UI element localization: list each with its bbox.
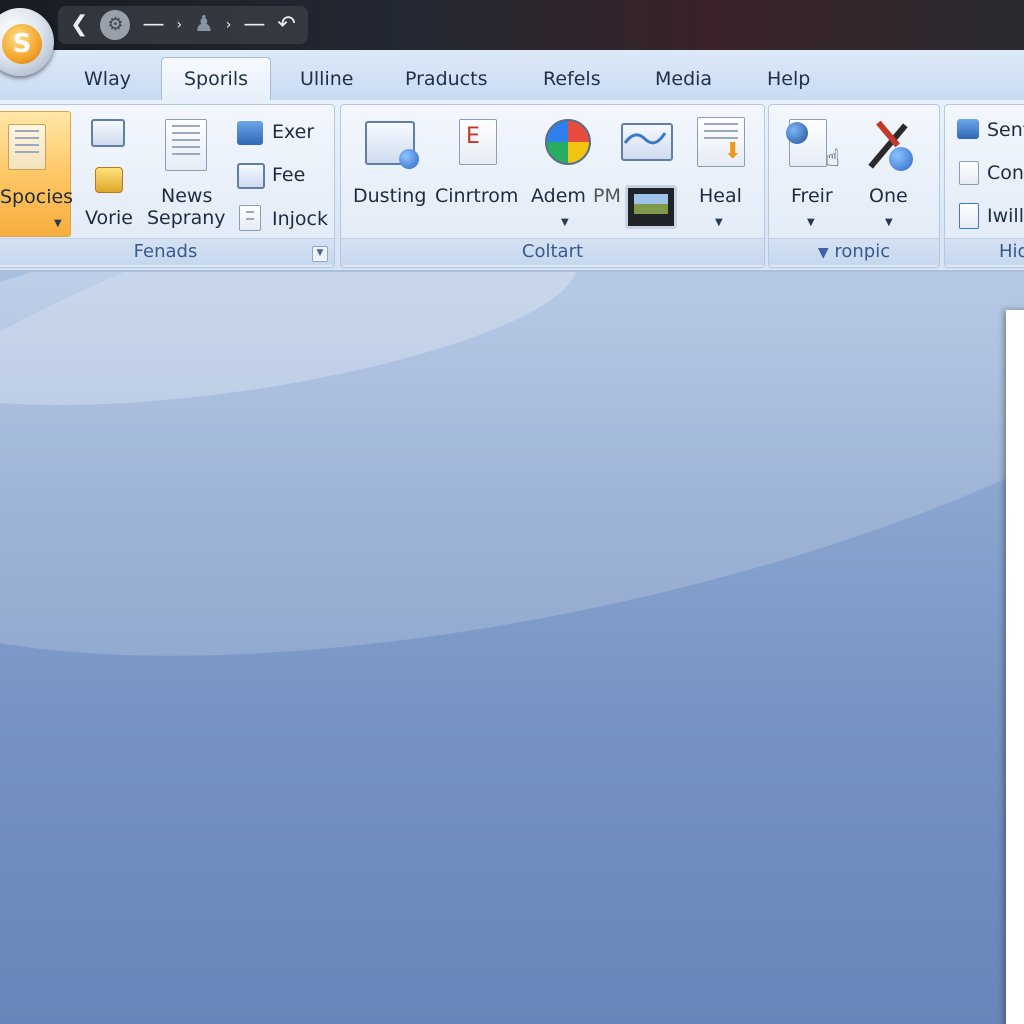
document-page[interactable] — [1006, 310, 1024, 1024]
news-doc-icon — [165, 119, 207, 171]
dash-icon[interactable]: — — [243, 14, 265, 36]
quick-access-toolbar: ❮ ⚙ — › ♟ › — ↶ — [58, 6, 308, 44]
iwill-icon — [959, 203, 979, 229]
chevron-down-icon: ▼ — [715, 217, 723, 228]
figure-icon[interactable]: ♟ — [194, 14, 214, 36]
species-label: Spocies — [0, 186, 74, 208]
cinrtrom-button[interactable]: Cinrtrom — [435, 185, 518, 207]
chart-wave-icon — [621, 123, 673, 161]
vorie-button[interactable]: Vorie — [85, 207, 133, 229]
tab-help[interactable]: Help — [767, 58, 810, 100]
dusting-button[interactable]: Dusting — [353, 185, 426, 207]
mini-arrow-icon[interactable]: › — [226, 18, 232, 32]
injock-icon — [239, 205, 261, 231]
pm-label: PM — [593, 185, 621, 207]
dialog-launcher-icon[interactable]: ▼ — [312, 246, 328, 262]
heal-icon: ⬇ — [697, 117, 745, 167]
mini-arrow-icon[interactable]: › — [176, 18, 182, 32]
species-icon — [8, 124, 46, 170]
tab-wlay[interactable]: Wlay — [84, 58, 131, 100]
ribbon: Spocies ▼ Vorie News Seprany Exer Fee In… — [0, 100, 1024, 272]
injock-button[interactable]: Injock — [272, 208, 328, 230]
adem-button[interactable]: Adem — [531, 185, 586, 207]
badge-icon[interactable] — [95, 167, 123, 193]
triangle-down-icon: ▼ — [817, 245, 829, 261]
color-wheel-icon — [545, 119, 591, 165]
tab-refels[interactable]: Refels — [543, 58, 601, 100]
undo-icon[interactable]: ↶ — [277, 14, 295, 36]
sent-icon — [957, 119, 979, 139]
chevron-down-icon: ▼ — [885, 217, 893, 228]
exer-button[interactable]: Exer — [272, 121, 314, 143]
chevron-down-icon: ▼ — [54, 218, 62, 229]
news-button[interactable]: News — [161, 185, 212, 207]
tab-ulline[interactable]: Ulline — [300, 58, 353, 100]
exer-icon — [237, 121, 263, 145]
heal-button[interactable]: Heal — [699, 185, 742, 207]
group-label-ronpic: ▼ ronpic — [769, 238, 939, 265]
tab-sporils[interactable]: Sporils — [161, 57, 272, 101]
search-image-icon — [237, 163, 265, 189]
tab-media[interactable]: Media — [655, 58, 712, 100]
picture-icon[interactable] — [625, 185, 677, 229]
ribbon-tab-strip: Wlay Sporils Ulline Praducts Refels Medi… — [0, 50, 1024, 101]
document-workspace[interactable] — [0, 272, 1024, 1024]
con-icon — [959, 161, 979, 185]
iwill-button[interactable]: Iwill — [987, 205, 1024, 227]
sent-button[interactable]: Sent — [987, 119, 1024, 141]
fee-button[interactable]: Fee — [272, 164, 305, 186]
dusting-icon — [365, 121, 419, 169]
back-icon[interactable]: ❮ — [70, 14, 88, 36]
ribbon-group-ronpic: ☝ Freir ▼ One ▼ ▼ ronpic — [768, 104, 940, 268]
ribbon-group-fenads: Spocies ▼ Vorie News Seprany Exer Fee In… — [0, 104, 335, 268]
ribbon-group-coltart: Dusting E Cinrtrom Adem PM ▼ ⬇ Heal ▼ Co… — [340, 104, 765, 268]
group-label-coltart: Coltart — [341, 238, 764, 265]
chevron-down-icon: ▼ — [561, 217, 569, 228]
chevron-down-icon: ▼ — [807, 217, 815, 228]
seprany-label: Seprany — [147, 207, 226, 229]
title-bar: ❮ ⚙ — › ♟ › — ↶ — [0, 0, 1024, 50]
tab-praducts[interactable]: Praducts — [405, 58, 487, 100]
freir-icon: ☝ — [786, 119, 840, 172]
species-button[interactable]: Spocies ▼ — [0, 111, 74, 237]
group-label-hid: Hid — [945, 238, 1024, 265]
orb-logo-icon: S — [2, 24, 42, 64]
ribbon-group-hid: Sent Con Iwill Hid — [944, 104, 1024, 268]
group-label-fenads: Fenads — [0, 238, 334, 265]
pen-tool-icon — [865, 119, 915, 171]
one-button[interactable]: One — [869, 185, 908, 207]
cinrtrom-icon: E — [459, 119, 497, 165]
gear-icon[interactable]: ⚙ — [100, 10, 131, 40]
con-button[interactable]: Con — [987, 162, 1024, 184]
ronpic-label: ronpic — [834, 241, 891, 262]
display-icon[interactable] — [91, 119, 125, 147]
dash-icon[interactable]: — — [142, 14, 164, 36]
freir-button[interactable]: Freir — [791, 185, 833, 207]
